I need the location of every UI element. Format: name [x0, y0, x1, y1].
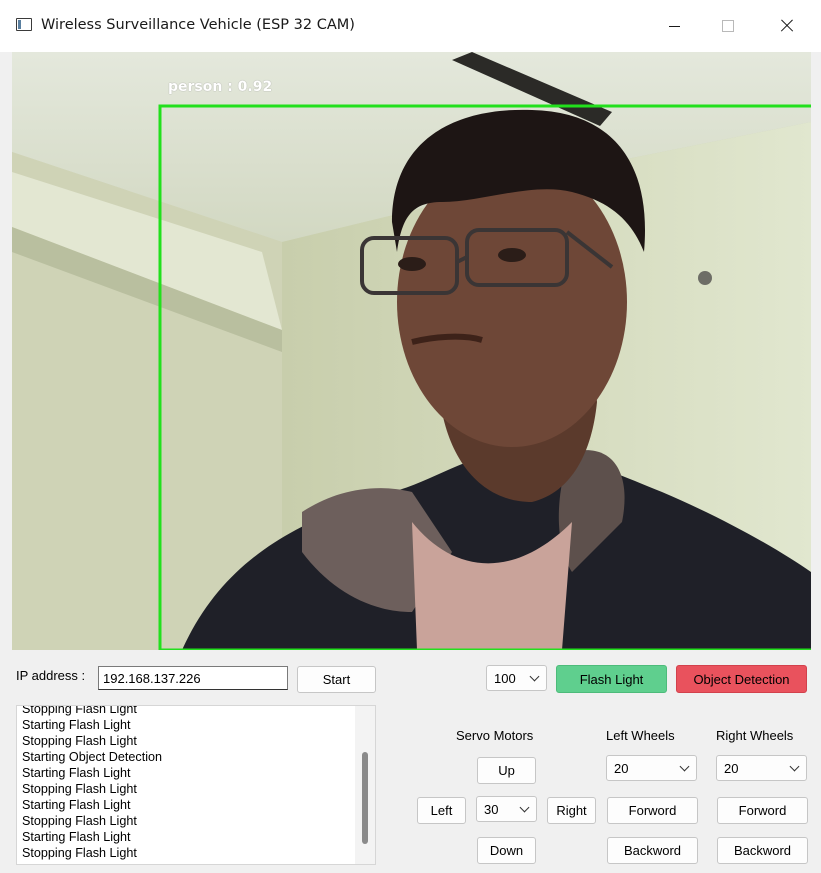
left-wheels-speed-select[interactable]: 20 — [606, 755, 697, 781]
log-line: Stopping Flash Light — [22, 846, 137, 860]
right-wheels-label: Right Wheels — [716, 728, 794, 743]
right-wheels-backward-button[interactable]: Backword — [717, 837, 808, 864]
window-title: Wireless Surveillance Vehicle (ESP 32 CA… — [41, 17, 355, 33]
log-line: Starting Object Detection — [22, 750, 163, 764]
log-line: Starting Flash Light — [22, 766, 131, 780]
servo-up-button[interactable]: Up — [477, 757, 536, 784]
ip-address-label: IP address : — [16, 668, 86, 683]
chevron-down-icon — [679, 761, 690, 772]
detection-label: person : 0.92 — [168, 79, 273, 95]
right-wheels-forward-button[interactable]: Forword — [717, 797, 808, 824]
servo-angle-value: 30 — [484, 801, 499, 817]
log-line: Starting Flash Light — [22, 798, 131, 812]
servo-left-button[interactable]: Left — [417, 797, 466, 824]
chevron-down-icon — [529, 671, 540, 682]
servo-right-button[interactable]: Right — [547, 797, 596, 824]
maximize-icon[interactable] — [704, 10, 750, 42]
ip-address-input[interactable] — [98, 666, 288, 690]
log-scrollbar-thumb[interactable] — [362, 752, 368, 844]
chevron-down-icon — [519, 802, 530, 813]
right-wheels-speed-value: 20 — [724, 760, 739, 776]
log-line: Stopping Flash Light — [22, 734, 137, 748]
log-scrollbar[interactable] — [355, 706, 375, 864]
servo-down-button[interactable]: Down — [477, 837, 536, 864]
left-wheels-label: Left Wheels — [606, 728, 675, 743]
left-wheels-speed-value: 20 — [614, 760, 629, 776]
camera-feed: person : 0.92 — [12, 52, 811, 650]
left-wheels-forward-button[interactable]: Forword — [607, 797, 698, 824]
close-icon[interactable] — [763, 10, 809, 42]
flash-light-button[interactable]: Flash Light — [556, 665, 667, 693]
log-line: Stopping Flash Light — [22, 705, 137, 716]
title-bar: Wireless Surveillance Vehicle (ESP 32 CA… — [0, 0, 821, 52]
servo-motors-label: Servo Motors — [456, 728, 534, 743]
log-line: Starting Flash Light — [22, 830, 131, 844]
chevron-down-icon — [789, 761, 800, 772]
flash-brightness-value: 100 — [494, 670, 516, 686]
left-wheels-backward-button[interactable]: Backword — [607, 837, 698, 864]
log-line: Starting Flash Light — [22, 718, 131, 732]
servo-angle-select[interactable]: 30 — [476, 796, 537, 822]
camera-image — [12, 52, 811, 650]
right-wheels-speed-select[interactable]: 20 — [716, 755, 807, 781]
minimize-icon[interactable] — [651, 10, 697, 42]
flash-brightness-select[interactable]: 100 — [486, 665, 547, 691]
log-line: Stopping Flash Light — [22, 782, 137, 796]
log-line: Stopping Flash Light — [22, 814, 137, 828]
app-window-icon — [16, 18, 32, 31]
object-detection-button[interactable]: Object Detection — [676, 665, 807, 693]
start-button[interactable]: Start — [297, 666, 376, 693]
log-list[interactable]: Stopping Flash Light Starting Flash Ligh… — [16, 705, 376, 865]
